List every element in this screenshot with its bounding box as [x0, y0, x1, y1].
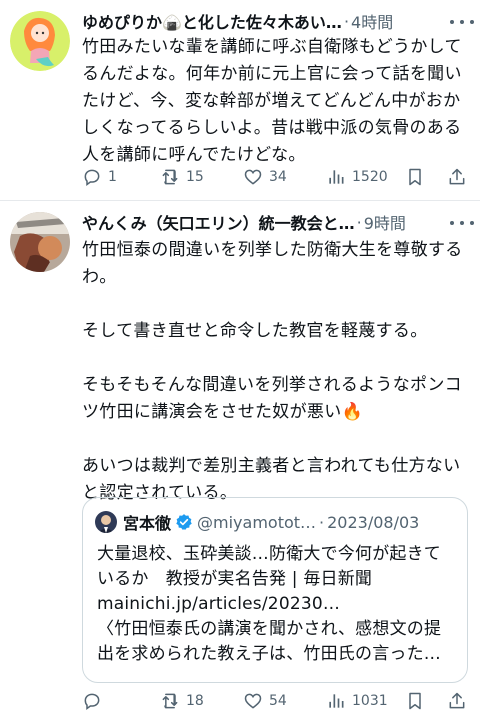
retweet-button[interactable]: 18 — [160, 687, 204, 715]
bookmark-icon — [409, 692, 421, 710]
bookmark-button[interactable] — [405, 687, 425, 715]
reply-button[interactable]: 1 — [82, 163, 117, 191]
share-icon — [449, 692, 465, 709]
reply-count: 1 — [108, 169, 117, 185]
quote-display-name: 宮本徹 — [123, 514, 172, 533]
retweet-icon — [162, 693, 178, 709]
avatar[interactable] — [10, 11, 70, 71]
views-icon — [329, 170, 344, 184]
retweet-icon — [162, 169, 178, 185]
reply-icon — [84, 693, 100, 710]
quote-tweet[interactable]: 宮本徹 @miyamotot… · 2023/08/03 大量退校、玉砕美談…防… — [82, 497, 468, 683]
display-name[interactable]: やんくみ（矢口エリン）統一教会と… — [82, 210, 355, 234]
quote-handle: @miyamotot… — [197, 512, 317, 532]
tweet[interactable]: ゆめぴりか🍙と化した佐々木あい… · 4時間 竹田みたいな輩を講師に呼ぶ自衛隊も… — [0, 0, 480, 200]
timestamp[interactable]: 9時間 — [364, 210, 406, 234]
tweet-text: 竹田みたいな輩を講師に呼ぶ自衛隊もどうかしてるんだよな。何年か前に元上官に会って… — [82, 37, 462, 165]
retweet-count: 18 — [186, 693, 204, 709]
share-button[interactable] — [447, 163, 467, 191]
views-button[interactable]: 1520 — [326, 163, 388, 191]
action-bar: 1 15 34 1520 — [82, 163, 470, 191]
separator: · — [356, 212, 362, 232]
avatar[interactable] — [10, 212, 70, 272]
tweet-text: 竹田恒泰の間違いを列挙した防衛大生を尊敬するわ。 そして書き直せと命令した教官を… — [82, 240, 463, 503]
tweet[interactable]: やんくみ（矢口エリン）統一教会と… · 9時間 竹田恒泰の間違いを列挙した防衛大… — [0, 200, 480, 725]
reply-button[interactable] — [82, 687, 108, 715]
bookmark-icon — [409, 168, 421, 186]
share-icon — [449, 168, 465, 185]
retweet-button[interactable]: 15 — [160, 163, 204, 191]
retweet-count: 15 — [186, 169, 204, 185]
quote-date: 2023/08/03 — [327, 512, 420, 532]
display-name[interactable]: ゆめぴりか🍙と化した佐々木あい… — [82, 9, 342, 33]
quote-avatar — [95, 511, 117, 533]
more-icon[interactable] — [450, 12, 474, 32]
views-icon — [329, 694, 344, 708]
quote-header: 宮本徹 @miyamotot… · 2023/08/03 — [95, 510, 455, 534]
separator: · — [343, 11, 350, 31]
view-count: 1520 — [352, 169, 388, 185]
tweet-header: ゆめぴりか🍙と化した佐々木あい… · 4時間 — [82, 8, 470, 34]
heart-icon — [244, 693, 262, 709]
quote-text: 大量退校、玉砕美談…防衛大で今何が起きているか 教授が実名告発 | 毎日新聞 m… — [97, 544, 442, 664]
tweet-header: やんくみ（矢口エリン）統一教会と… · 9時間 — [82, 209, 470, 235]
timestamp[interactable]: 4時間 — [351, 9, 393, 33]
like-button[interactable]: 54 — [243, 687, 287, 715]
view-count: 1031 — [352, 693, 388, 709]
views-button[interactable]: 1031 — [326, 687, 388, 715]
like-count: 54 — [269, 693, 287, 709]
heart-icon — [244, 169, 262, 185]
like-button[interactable]: 34 — [243, 163, 287, 191]
action-bar: 18 54 1031 — [82, 687, 470, 715]
share-button[interactable] — [447, 687, 467, 715]
like-count: 34 — [269, 169, 287, 185]
more-icon[interactable] — [450, 213, 474, 233]
verified-badge-icon — [176, 514, 192, 530]
bookmark-button[interactable] — [405, 163, 425, 191]
reply-icon — [84, 169, 100, 186]
separator: · — [319, 512, 325, 532]
